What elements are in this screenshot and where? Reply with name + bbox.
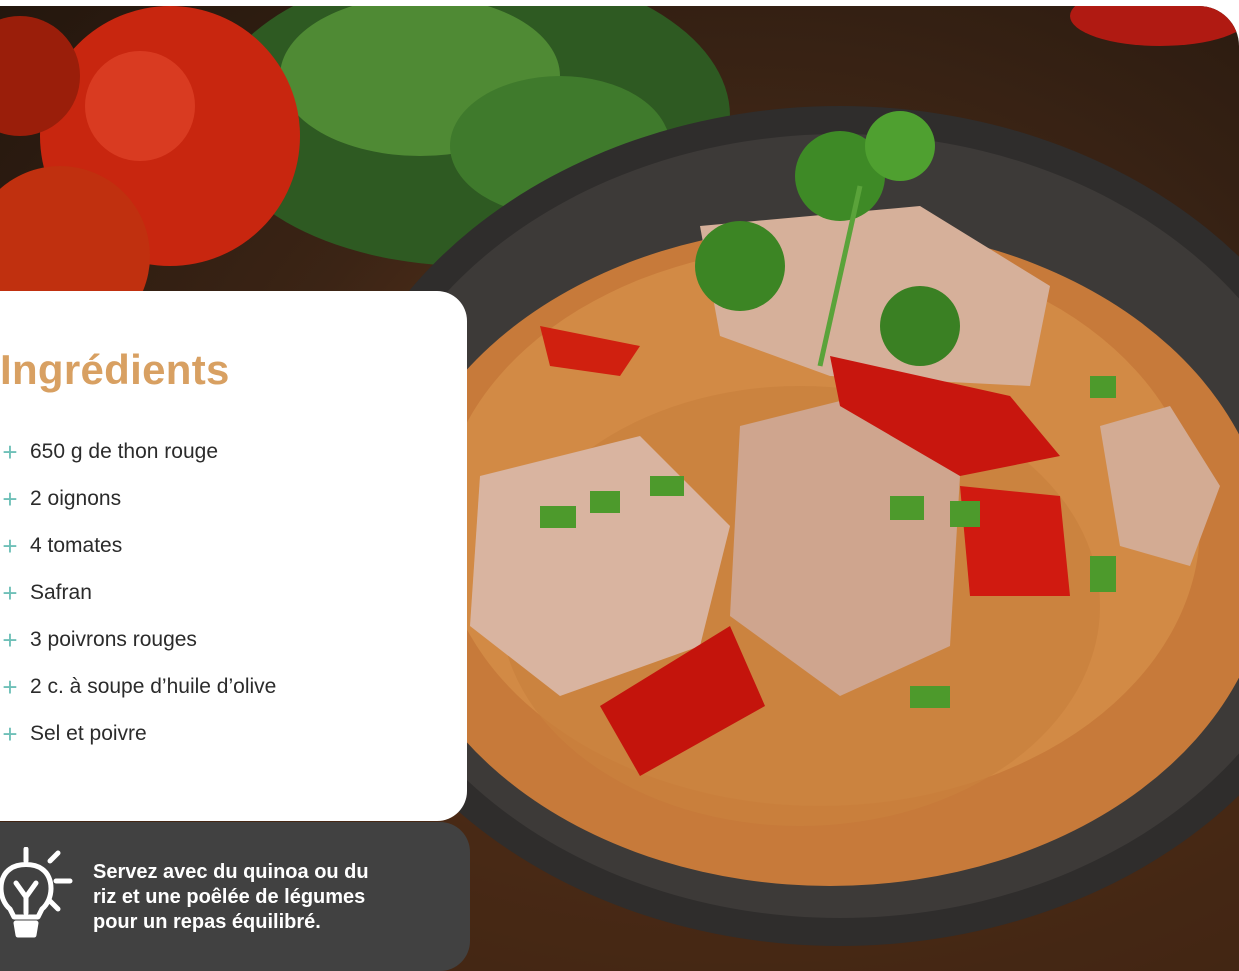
plus-icon: + <box>2 624 18 655</box>
ingredients-list: +650 g de thon rouge +2 oignons +4 tomat… <box>0 428 276 757</box>
ingredients-title: Ingrédients <box>0 346 230 393</box>
lightbulb-icon <box>0 847 73 938</box>
ingredient-label: Sel et poivre <box>30 721 147 745</box>
ingredient-item: + Safran <box>0 569 276 616</box>
ingredient-item: +2 c. à soupe d’huile d’olive <box>0 663 276 710</box>
tip-box: Servez avec du quinoa ou du riz et une p… <box>0 822 470 971</box>
plus-icon: + <box>2 671 18 702</box>
plus-icon: + <box>2 483 18 514</box>
ingredient-item: +3 poivrons rouges <box>0 616 276 663</box>
plus-icon: + <box>2 577 18 608</box>
ingredient-label: 4 tomates <box>30 533 123 557</box>
ingredient-label: 2 c. à soupe d’huile d’olive <box>30 674 277 698</box>
ingredient-item: +2 oignons <box>0 475 276 522</box>
ingredient-label: 2 oignons <box>30 486 122 510</box>
ingredient-item: + Sel et poivre <box>0 710 276 757</box>
plus-icon: + <box>2 718 18 749</box>
recipe-page: Ingrédients +650 g de thon rouge +2 oign… <box>0 0 1239 971</box>
ingredient-item: +4 tomates <box>0 522 276 569</box>
ingredient-label: Safran <box>30 580 92 604</box>
plus-icon: + <box>2 436 18 467</box>
ingredient-label: 650 g de thon rouge <box>30 439 218 463</box>
tip-line: riz et une poêlée de légumes <box>93 886 366 908</box>
ingredient-label: 3 poivrons rouges <box>30 627 197 651</box>
ingredient-item: +650 g de thon rouge <box>0 428 276 475</box>
tip-line: pour un repas équilibré. <box>93 911 321 933</box>
tip-text: Servez avec du quinoa ou du riz et une p… <box>93 860 433 935</box>
tip-line: Servez avec du quinoa ou du <box>93 861 369 883</box>
plus-icon: + <box>2 530 18 561</box>
